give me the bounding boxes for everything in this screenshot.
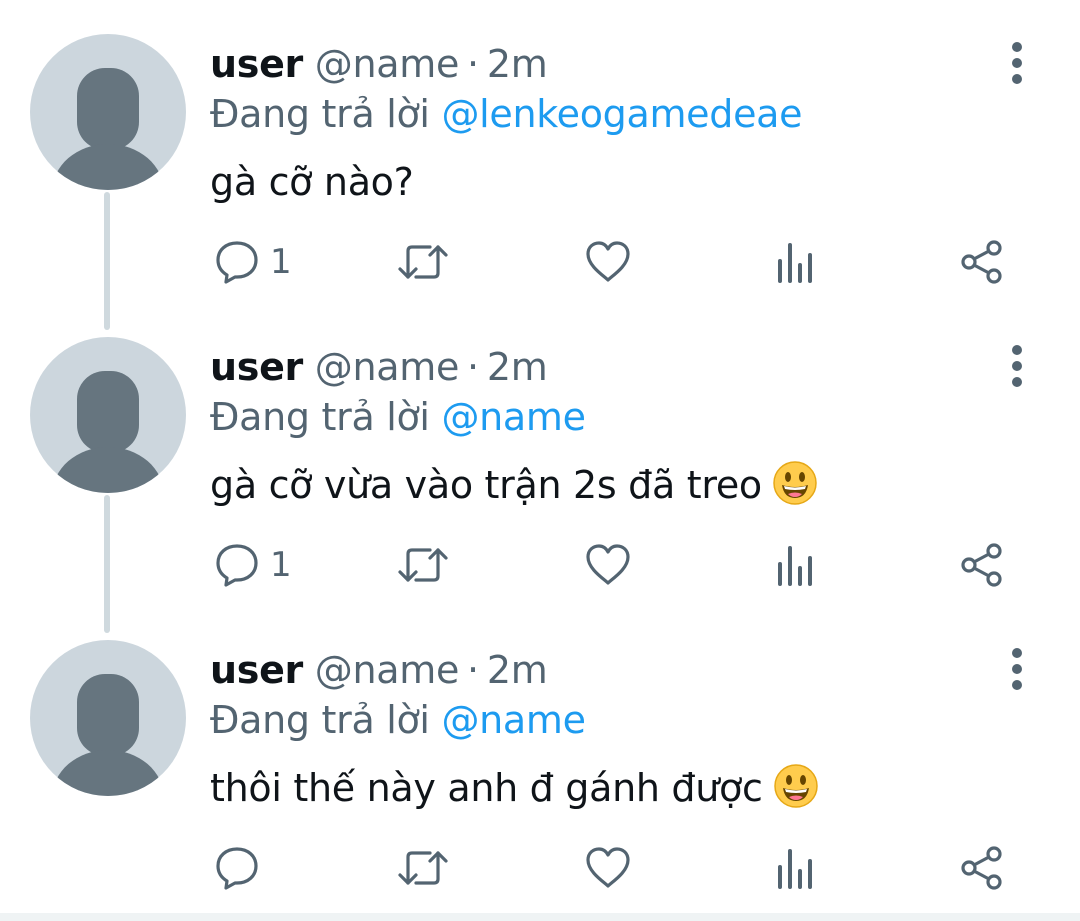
more-options-button[interactable] [1000,644,1034,694]
tweet[interactable]: user @name · 2m Đang trả lời @name gà cỡ v… [0,303,1080,606]
replying-to: Đang trả lời @name [210,696,586,744]
like-button[interactable] [584,838,632,898]
more-options-button[interactable] [1000,38,1034,88]
share-nodes-icon [961,543,1002,587]
timestamp[interactable]: 2m [487,648,548,692]
more-vertical-icon [1012,345,1022,387]
retweet-icon [398,245,448,279]
analytics-bars-icon [778,546,812,586]
reply-bubble-icon [216,241,258,284]
default-profile-icon [52,371,164,493]
views-button[interactable] [776,232,816,292]
timestamp[interactable]: 2m [487,42,548,86]
separator-dot: · [467,648,479,692]
analytics-bars-icon [778,243,812,283]
reply-button[interactable]: 1 [214,232,292,292]
retweet-icon [398,548,448,582]
replying-to-label: Đang trả lời [210,698,430,742]
bottom-divider [0,913,1080,921]
tweet-text-content: gà cỡ vừa vào trận 2s đã treo [210,463,762,507]
display-name[interactable]: user [210,42,303,86]
user-handle[interactable]: @name [315,345,460,389]
smiley-emoji [773,763,819,809]
retweet-button[interactable] [396,232,450,292]
reply-mention-link[interactable]: @name [441,395,586,439]
tweet-header: user @name · 2m [210,646,548,694]
avatar[interactable] [30,337,186,493]
views-button[interactable] [776,535,816,595]
reply-button[interactable] [214,838,270,898]
default-profile-icon [52,674,164,796]
replying-to-label: Đang trả lời [210,395,430,439]
separator-dot: · [467,42,479,86]
replying-to-label: Đang trả lời [210,92,430,136]
tweet-header: user @name · 2m [210,343,548,391]
share-nodes-icon [961,240,1002,284]
analytics-bars-icon [778,849,812,889]
user-handle[interactable]: @name [315,648,460,692]
tweet-text: gà cỡ vừa vào trận 2s đã treo [210,460,818,510]
action-bar: 1 [0,232,1080,292]
like-button[interactable] [584,535,632,595]
separator-dot: · [467,345,479,389]
share-nodes-icon [961,846,1002,890]
retweet-button[interactable] [396,838,450,898]
share-button[interactable] [958,232,1006,292]
replying-to: Đang trả lời @lenkeogamedeae [210,90,803,138]
tweet-text: gà cỡ nào? [210,157,414,207]
display-name[interactable]: user [210,345,303,389]
action-bar [0,838,1080,898]
heart-icon [586,847,630,888]
reply-count: 1 [270,242,292,282]
replying-to: Đang trả lời @name [210,393,586,441]
default-profile-icon [52,68,164,190]
reply-bubble-icon [216,544,258,587]
avatar[interactable] [30,34,186,190]
reply-button[interactable]: 1 [214,535,292,595]
tweet-text: thôi thế này anh đ gánh được [210,763,819,813]
more-options-button[interactable] [1000,341,1034,391]
tweet-text-content: gà cỡ nào? [210,160,414,204]
tweet-header: user @name · 2m [210,40,548,88]
share-button[interactable] [958,535,1006,595]
display-name[interactable]: user [210,648,303,692]
tweet-text-content: thôi thế này anh đ gánh được [210,766,763,810]
action-bar: 1 [0,535,1080,595]
reply-mention-link[interactable]: @name [441,698,586,742]
retweet-button[interactable] [396,535,450,595]
views-button[interactable] [776,838,816,898]
heart-icon [586,241,630,282]
avatar[interactable] [30,640,186,796]
more-vertical-icon [1012,648,1022,690]
reply-mention-link[interactable]: @lenkeogamedeae [441,92,802,136]
share-button[interactable] [958,838,1006,898]
timestamp[interactable]: 2m [487,345,548,389]
retweet-icon [398,851,448,885]
user-handle[interactable]: @name [315,42,460,86]
tweet[interactable]: user @name · 2m Đang trả lời @name thôi th… [0,606,1080,909]
more-vertical-icon [1012,42,1022,84]
tweet[interactable]: user @name · 2m Đang trả lời @lenkeogamede… [0,0,1080,303]
heart-icon [586,544,630,585]
smiley-emoji [772,460,818,506]
reply-bubble-icon [216,847,258,890]
like-button[interactable] [584,232,632,292]
reply-count: 1 [270,545,292,585]
